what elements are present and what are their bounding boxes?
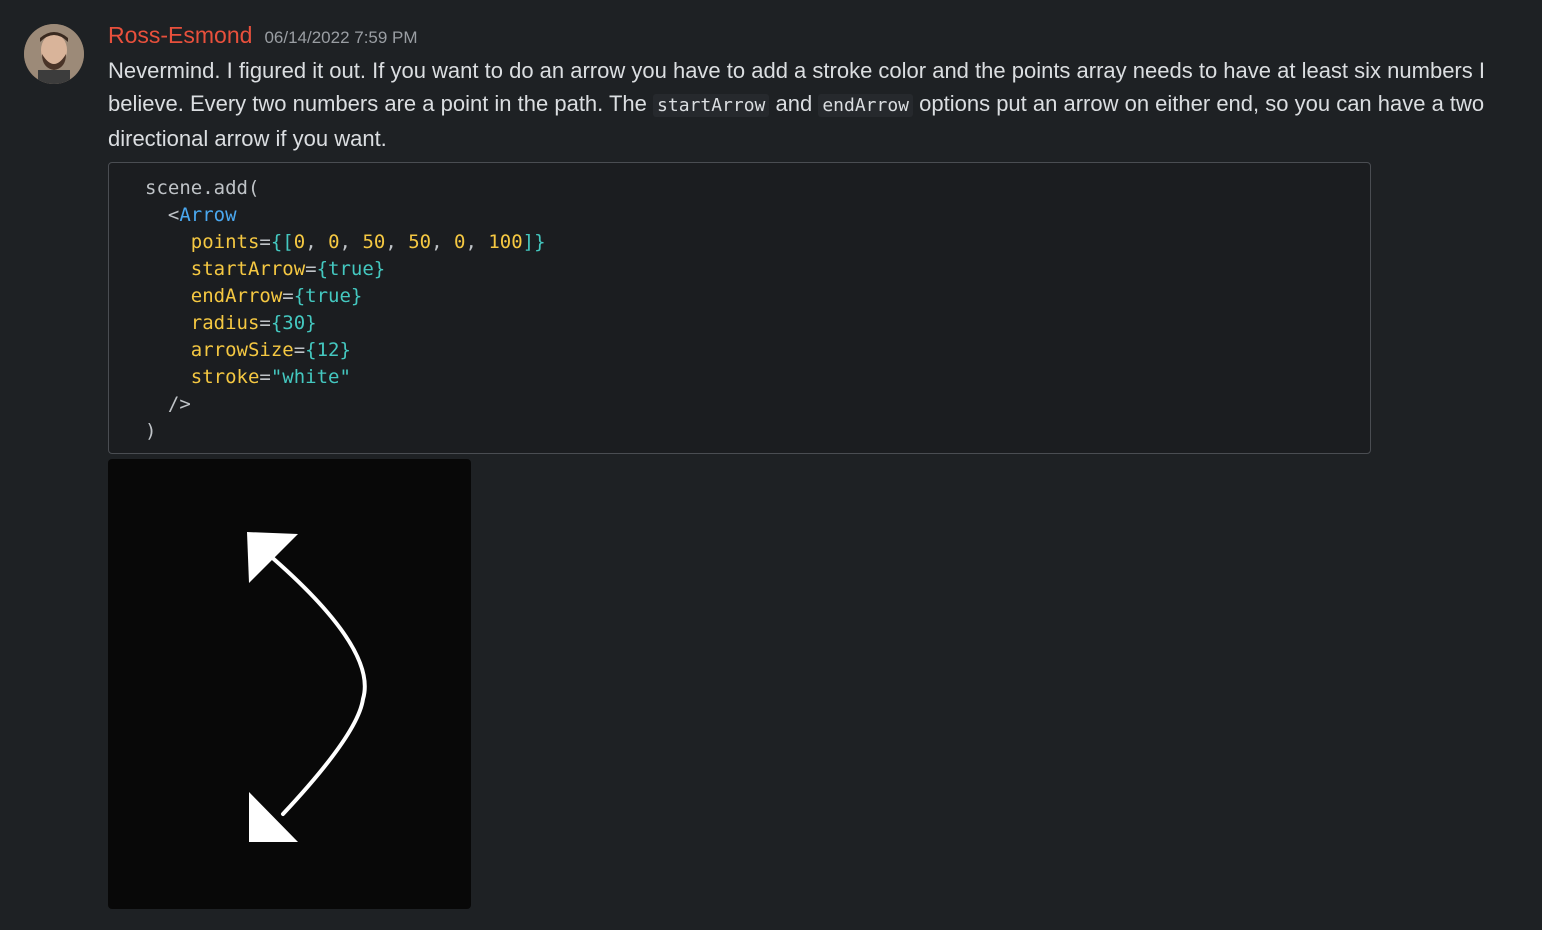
inline-code-end-arrow: endArrow — [818, 94, 914, 117]
code-token: 100 — [488, 231, 523, 253]
code-token: endArrow — [190, 285, 283, 307]
code-token: stroke — [190, 366, 260, 388]
message-text-and: and — [769, 91, 819, 116]
timestamp: 06/14/2022 7:59 PM — [264, 28, 418, 47]
chat-message: Ross-Esmond 06/14/2022 7:59 PM Nevermind… — [0, 0, 1542, 930]
avatar-photo-icon — [24, 24, 84, 84]
code-token: radius — [190, 312, 260, 334]
code-token: 0 — [454, 231, 466, 253]
code-block: scene.add( <Arrow points={[0, 0, 50, 50,… — [108, 162, 1371, 454]
inline-code-start-arrow: startArrow — [653, 94, 770, 117]
double-headed-curved-arrow-icon — [247, 532, 367, 842]
code-line: scene.add( — [145, 177, 260, 199]
code-token: {30} — [270, 312, 317, 334]
code-token: Arrow — [179, 204, 237, 226]
code-token: 50 — [362, 231, 386, 253]
avatar[interactable] — [24, 24, 84, 84]
code-token: < — [167, 204, 180, 226]
message-text: Nevermind. I figured it out. If you want… — [108, 54, 1508, 155]
code-token: {12} — [305, 339, 351, 361]
code-token: 0 — [328, 231, 340, 253]
code-token: = — [259, 231, 271, 253]
image-attachment[interactable] — [108, 459, 471, 909]
code-token: /> — [167, 393, 191, 415]
code-token: ]} — [522, 231, 546, 253]
code-token: arrowSize — [190, 339, 294, 361]
code-line: ) — [145, 420, 157, 442]
username[interactable]: Ross-Esmond — [108, 22, 252, 49]
code-token: 50 — [408, 231, 432, 253]
code-token: 0 — [293, 231, 306, 253]
code-token: {true} — [316, 258, 386, 280]
code-token: {true} — [293, 285, 363, 307]
message-header: Ross-Esmond 06/14/2022 7:59 PM — [108, 22, 418, 52]
code-token: startArrow — [190, 258, 306, 280]
code-token: {[ — [270, 231, 294, 253]
code-token: points — [190, 231, 260, 253]
code-token: "white" — [270, 366, 351, 388]
